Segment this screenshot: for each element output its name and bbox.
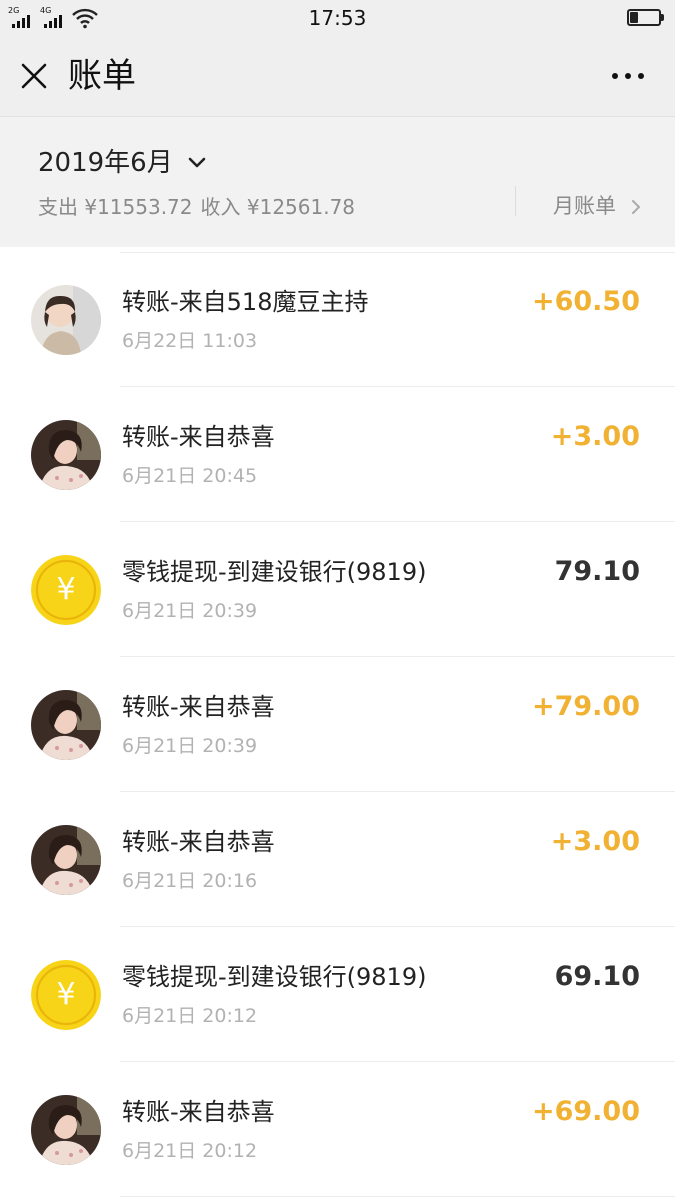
chevron-down-icon — [188, 157, 206, 168]
avatar — [31, 420, 101, 490]
status-bar: 2G 4G 17:53 — [0, 0, 675, 36]
transaction-row[interactable]: 转账-来自恭喜 6月21日 20:12 +69.00 — [0, 1062, 675, 1197]
transaction-amount: +3.00 — [550, 421, 640, 452]
transaction-row[interactable]: 转账-来自恭喜 6月21日 20:39 +79.00 — [0, 657, 675, 792]
expense-total: 支出 ¥11553.72 — [38, 195, 193, 219]
month-label: 2019年6月 — [38, 148, 173, 178]
month-picker[interactable]: 2019年6月 — [38, 145, 206, 185]
income-total: 收入 ¥12561.78 — [200, 195, 356, 219]
transaction-time: 6月21日 20:39 — [122, 735, 258, 757]
transaction-title: 零钱提现-到建设银行(9819) — [122, 558, 427, 586]
transaction-title: 转账-来自恭喜 — [122, 1098, 275, 1126]
transaction-time: 6月21日 20:39 — [122, 600, 258, 622]
transaction-title: 转账-来自恭喜 — [122, 423, 275, 451]
divider — [120, 1196, 675, 1197]
yuan-coin-icon: ¥ — [31, 555, 101, 625]
battery-icon — [627, 9, 664, 26]
monthly-bill-label: 月账单 — [553, 194, 616, 218]
transaction-time: 6月21日 20:16 — [122, 870, 258, 892]
transaction-row[interactable]: ¥ 零钱提现-到建设银行(9819) 6月21日 20:39 79.10 — [0, 522, 675, 657]
transaction-title: 转账-来自恭喜 — [122, 828, 275, 856]
nav-bar: 账单 — [0, 36, 675, 116]
close-icon — [21, 63, 47, 89]
transaction-row[interactable]: 转账-来自恭喜 6月21日 20:16 +3.00 — [0, 792, 675, 927]
monthly-bill-link[interactable]: 月账单 — [553, 189, 641, 223]
transaction-title: 转账-来自恭喜 — [122, 693, 275, 721]
yuan-glyph: ¥ — [56, 572, 76, 607]
yuan-coin-icon: ¥ — [31, 960, 101, 1030]
close-button[interactable] — [14, 56, 54, 96]
transaction-amount: +60.50 — [531, 286, 640, 317]
avatar — [31, 690, 101, 760]
page-title: 账单 — [68, 56, 136, 96]
transaction-row[interactable]: ¥ 零钱提现-到建设银行(9819) 6月21日 20:12 69.10 — [0, 927, 675, 1062]
transaction-time: 6月21日 20:12 — [122, 1140, 258, 1162]
transaction-row[interactable]: 转账-来自恭喜 6月21日 20:45 +3.00 — [0, 387, 675, 522]
chevron-right-icon — [631, 200, 640, 214]
more-button[interactable] — [602, 56, 654, 96]
avatar — [31, 825, 101, 895]
transaction-title: 零钱提现-到建设银行(9819) — [122, 963, 427, 991]
avatar — [31, 285, 101, 355]
transaction-amount: +69.00 — [531, 1096, 640, 1127]
transaction-time: 6月21日 20:45 — [122, 465, 258, 487]
transaction-amount: 69.10 — [554, 961, 640, 992]
avatar — [31, 1095, 101, 1165]
transaction-row[interactable]: 转账-来自518魔豆主持 6月22日 11:03 +60.50 — [0, 252, 675, 387]
transaction-amount: +79.00 — [531, 691, 640, 722]
bill-summary: 2019年6月 支出 ¥11553.72 收入 ¥12561.78 月账单 — [0, 116, 675, 247]
yuan-glyph: ¥ — [56, 977, 76, 1012]
transaction-title: 转账-来自518魔豆主持 — [122, 288, 369, 316]
transaction-time: 6月22日 11:03 — [122, 330, 258, 352]
divider — [515, 186, 516, 216]
month-totals: 支出 ¥11553.72 收入 ¥12561.78 — [38, 193, 363, 221]
transaction-time: 6月21日 20:12 — [122, 1005, 258, 1027]
transaction-amount: 79.10 — [554, 556, 640, 587]
transaction-amount: +3.00 — [550, 826, 640, 857]
clock: 17:53 — [308, 6, 367, 30]
